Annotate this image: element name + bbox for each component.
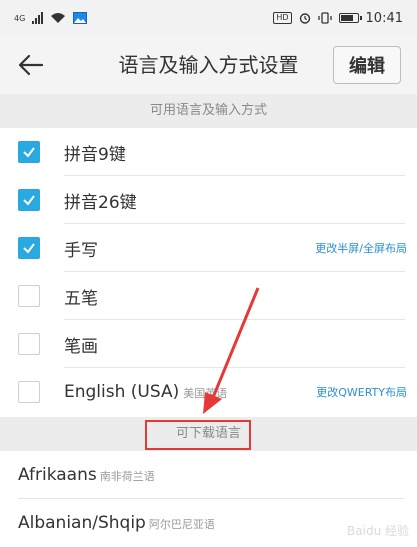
row-label: 拼音9键 [64, 144, 126, 165]
change-layout-link[interactable]: 更改半屏/全屏布局 [315, 240, 407, 256]
battery-icon [338, 13, 362, 23]
image-icon [73, 12, 88, 24]
input-method-row-pinyin26[interactable]: 拼音26键 [0, 176, 417, 224]
row-label: 手写 [64, 240, 98, 261]
row-label: 拼音26键 [64, 192, 137, 213]
network-type-label: 4G [14, 13, 26, 23]
language-sublabel: 南非荷兰语 [99, 470, 155, 483]
input-method-row-english[interactable]: English (USA) 美国英语 更改QWERTY布局 [0, 368, 417, 416]
alarm-icon [299, 13, 310, 24]
language-sublabel: 阿尔巴尼亚语 [148, 518, 215, 531]
checkbox-checked[interactable] [18, 189, 40, 211]
language-label: Albanian/Shqip 阿尔巴尼亚语 [18, 513, 215, 533]
status-right: HD 10:41 [273, 11, 403, 26]
wifi-icon [51, 13, 66, 23]
input-method-row-handwriting[interactable]: 手写 更改半屏/全屏布局 [0, 224, 417, 272]
download-section-header: 可下载语言 [0, 417, 417, 451]
status-bar: 4G HD 10:41 [0, 0, 417, 36]
row-label: 五笔 [64, 288, 98, 309]
checkbox-checked[interactable] [18, 141, 40, 163]
signal-icon [32, 12, 44, 24]
checkbox-unchecked[interactable] [18, 333, 40, 355]
app-header: 语言及输入方式设置 编辑 [0, 36, 417, 94]
watermark: Baidu 经验 [347, 524, 409, 538]
change-qwerty-link[interactable]: 更改QWERTY布局 [316, 384, 407, 400]
checkbox-unchecked[interactable] [18, 381, 40, 403]
checkbox-unchecked[interactable] [18, 285, 40, 307]
hd-badge: HD [273, 12, 292, 24]
checkbox-checked[interactable] [18, 237, 40, 259]
checkmark-icon [23, 195, 35, 206]
input-method-row-pinyin9[interactable]: 拼音9键 [0, 128, 417, 176]
row-label: 笔画 [64, 336, 98, 357]
edit-button[interactable]: 编辑 [333, 46, 401, 84]
available-section-header: 可用语言及输入方式 [0, 94, 417, 128]
checkmark-icon [23, 147, 35, 158]
row-label: English (USA) 美国英语 [64, 382, 228, 402]
vibrate-icon [317, 12, 332, 24]
checkmark-icon [23, 243, 35, 254]
back-arrow-icon[interactable] [16, 50, 46, 80]
language-label: Afrikaans 南非荷兰语 [18, 465, 155, 485]
clock-text: 10:41 [365, 10, 403, 26]
input-method-row-stroke[interactable]: 笔画 [0, 320, 417, 368]
status-left: 4G [14, 12, 88, 24]
row-sublabel: 美国英语 [183, 387, 228, 400]
input-method-row-wubi[interactable]: 五笔 [0, 272, 417, 320]
download-language-row[interactable]: Afrikaans 南非荷兰语 [0, 451, 417, 499]
